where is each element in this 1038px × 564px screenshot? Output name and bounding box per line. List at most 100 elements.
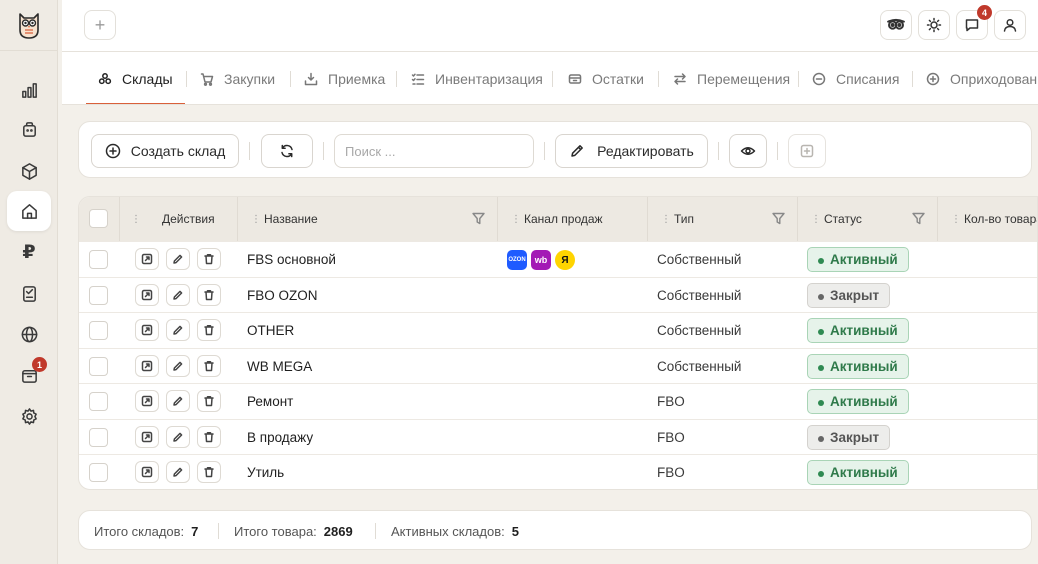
tab-transfers[interactable]: Перемещения [673,52,790,104]
tab-receiving[interactable]: Приемка [304,52,385,104]
sidebar-item-orders[interactable]: 1 [7,355,51,395]
tab-writeoffs[interactable]: Списания [812,52,899,104]
row-checkbox[interactable] [89,321,108,340]
edit-label: Редактировать [597,143,694,159]
delete-row-button[interactable] [197,354,221,377]
row-checkbox[interactable] [89,392,108,411]
edit-button[interactable]: Редактировать [555,134,708,168]
create-warehouse-label: Создать склад [130,143,226,159]
delete-row-button[interactable] [197,425,221,448]
drag-handle-icon[interactable]: ⋮ [511,214,521,225]
warehouse-name: FBO OZON [247,287,318,303]
table-row[interactable]: WB MEGA Собственный Активный [79,347,1037,384]
delete-row-button[interactable] [197,248,221,270]
owl-mode-button[interactable] [880,10,912,40]
sidebar-item-integrations[interactable] [7,314,51,354]
filter-icon[interactable] [912,212,925,225]
edit-row-button[interactable] [166,319,190,341]
edit-row-button[interactable] [166,425,190,448]
toolbar-separator [323,142,324,160]
add-column-button[interactable] [788,134,826,168]
row-checkbox[interactable] [89,427,108,447]
edit-row-button[interactable] [166,354,190,377]
open-button[interactable] [135,461,159,483]
delete-row-button[interactable] [197,283,221,306]
delete-row-button[interactable] [197,319,221,341]
sidebar-item-finance[interactable]: ₽ [7,232,51,272]
tab-purchases[interactable]: Закупки [200,52,276,104]
sidebar-item-analytics[interactable] [7,70,51,110]
tab-label: Закупки [224,70,276,87]
select-all-checkbox[interactable] [89,209,108,228]
row-checkbox[interactable] [89,250,108,269]
open-button[interactable] [135,319,159,341]
edit-row-button[interactable] [166,461,190,483]
column-divider [647,197,648,241]
chat-icon [965,19,979,32]
sidebar-item-warehouses[interactable] [7,191,51,231]
edit-row-button[interactable] [166,248,190,270]
column-header-quantity[interactable]: ⋮ Кол-во товара [951,197,1037,241]
table-row[interactable]: OTHER Собственный Активный [79,312,1037,348]
view-toggle-button[interactable] [729,134,767,168]
drag-handle-icon[interactable]: ⋮ [131,214,141,225]
column-header-name[interactable]: ⋮ Название [251,197,497,241]
tab-inventory[interactable]: Инвентаризация [411,52,543,104]
column-header-status[interactable]: ⋮ Статус [811,197,937,241]
column-divider [937,197,938,241]
tab-posting[interactable]: Оприходование [926,52,1038,104]
column-header-actions[interactable]: ⋮ Действия [131,197,237,241]
column-divider [119,197,120,241]
table-row[interactable]: Ремонт FBO Активный [79,383,1037,419]
filter-icon[interactable] [472,212,485,225]
refresh-button[interactable] [261,134,313,168]
table-row[interactable]: Утиль FBO Активный [79,454,1037,489]
table-row[interactable]: FBS основной OZON wb Я Собственный Активный [79,241,1037,277]
profile-button[interactable] [994,10,1026,40]
owl-logo-icon[interactable] [17,10,41,40]
drag-handle-icon[interactable]: ⋮ [951,214,961,225]
open-button[interactable] [135,390,159,412]
open-button[interactable] [135,425,159,448]
edit-row-button[interactable] [166,390,190,412]
create-warehouse-button[interactable]: Создать склад [91,134,239,168]
table-row[interactable]: В продажу FBO Закрыт [79,418,1037,455]
delete-row-button[interactable] [197,461,221,483]
column-label: Канал продаж [524,212,603,226]
tab-separator [396,71,397,87]
status-badge: Активный [807,460,909,485]
table-row[interactable]: FBO OZON Собственный Закрыт [79,276,1037,313]
sidebar-item-products[interactable] [7,151,51,191]
warehouse-type: Собственный [657,252,742,267]
open-button[interactable] [135,248,159,270]
delete-row-button[interactable] [197,390,221,412]
sidebar-item-settings[interactable] [7,396,51,436]
column-divider [237,197,238,241]
theme-toggle-button[interactable] [918,10,950,40]
tab-stock[interactable]: Остатки [568,52,644,104]
open-button[interactable] [135,283,159,306]
row-checkbox[interactable] [89,356,108,376]
drag-handle-icon[interactable]: ⋮ [661,214,671,225]
column-label: Название [264,212,318,226]
drag-handle-icon[interactable]: ⋮ [251,214,261,225]
add-tab-button[interactable]: + [84,10,116,40]
bag-icon [22,121,36,137]
writeoff-icon [812,72,826,85]
sidebar-item-tasks[interactable] [7,273,51,313]
tab-separator [912,71,913,87]
search-input[interactable] [334,134,534,168]
open-button[interactable] [135,354,159,377]
row-checkbox[interactable] [89,285,108,305]
drag-handle-icon[interactable]: ⋮ [811,214,821,225]
sidebar-item-shop[interactable] [7,109,51,149]
row-checkbox[interactable] [89,463,108,482]
column-header-channel[interactable]: ⋮ Канал продаж [511,197,647,241]
edit-row-button[interactable] [166,283,190,306]
warehouse-name: Ремонт [247,394,294,409]
column-header-type[interactable]: ⋮ Тип [661,197,797,241]
tab-warehouses[interactable]: Склады [98,52,173,104]
warehouse-type: Собственный [657,323,742,338]
messages-button[interactable]: 4 [956,5,992,40]
filter-icon[interactable] [772,212,785,225]
